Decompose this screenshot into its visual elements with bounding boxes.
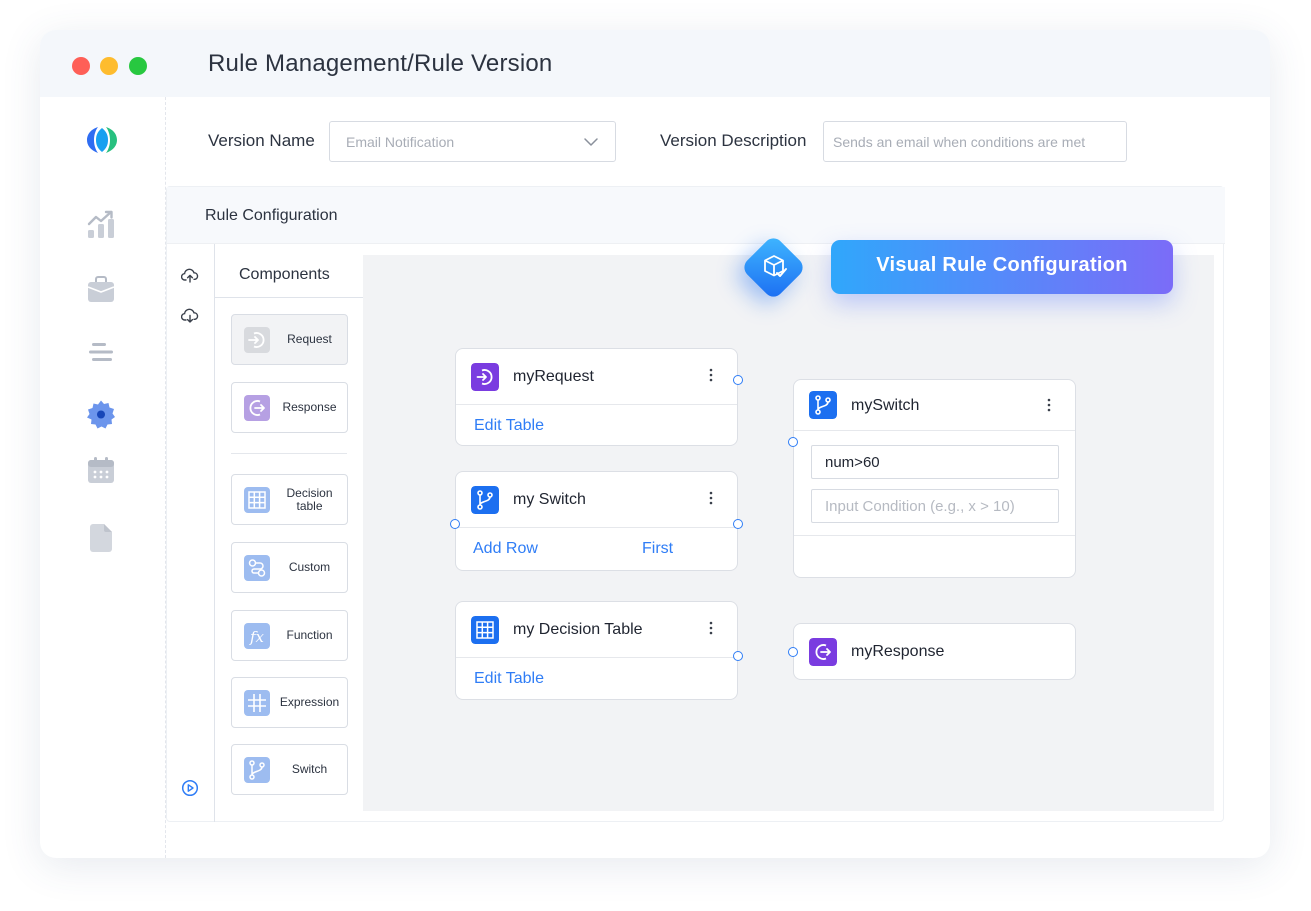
visual-rule-configuration-badge: Visual Rule Configuration <box>831 240 1173 294</box>
first-link[interactable]: First <box>642 540 673 558</box>
minimize-window-button[interactable] <box>100 57 118 75</box>
calendar-icon[interactable] <box>86 455 116 485</box>
node-title: my Decision Table <box>513 621 643 638</box>
node-header: my Decision Table <box>456 602 737 658</box>
chevron-down-icon <box>584 138 598 146</box>
more-options-icon[interactable] <box>709 489 713 507</box>
version-name-placeholder: Email Notification <box>346 134 455 150</box>
edit-table-link[interactable]: Edit Table <box>474 417 544 435</box>
response-icon <box>244 395 270 421</box>
more-options-icon[interactable] <box>709 366 713 384</box>
download-cloud-icon[interactable] <box>181 307 199 325</box>
component-label: Custom <box>288 560 331 574</box>
menu-lines-icon[interactable] <box>86 337 116 367</box>
version-description-input[interactable]: Sends an email when conditions are met <box>823 121 1127 162</box>
table-icon <box>244 487 270 513</box>
function-icon: fx <box>244 623 270 649</box>
components-panel: Components Request Response Decision tab… <box>215 244 363 822</box>
version-name-label: Version Name <box>208 131 315 150</box>
component-label: Expression <box>279 695 340 709</box>
upload-cloud-icon[interactable] <box>181 267 199 285</box>
component-label: Decision table <box>286 485 333 513</box>
node-header: my Switch <box>456 472 737 528</box>
condition-input[interactable]: Input Condition (e.g., x > 10) <box>811 489 1059 523</box>
node-my-response[interactable]: myResponse <box>793 623 1076 680</box>
condition-value: num>60 <box>825 454 880 471</box>
page-title: Rule Management/Rule Version <box>208 50 553 77</box>
close-window-button[interactable] <box>72 57 90 75</box>
app-window: Rule Management/Rule Version Version Nam… <box>40 30 1270 858</box>
node-header: myRequest <box>456 349 737 405</box>
version-name-select[interactable]: Email Notification <box>329 121 616 162</box>
cube-check-icon <box>764 255 787 277</box>
request-icon <box>471 363 499 391</box>
output-port[interactable] <box>733 519 743 529</box>
settings-gear-icon[interactable] <box>86 399 116 429</box>
node-title: myRequest <box>513 368 594 385</box>
condition-placeholder: Input Condition (e.g., x > 10) <box>825 498 1015 515</box>
output-port[interactable] <box>733 651 743 661</box>
add-row-link[interactable]: Add Row <box>473 540 538 558</box>
node-title: mySwitch <box>851 397 920 414</box>
switch-icon <box>471 486 499 514</box>
input-port[interactable] <box>788 437 798 447</box>
left-nav <box>40 97 166 858</box>
briefcase-icon[interactable] <box>86 274 116 304</box>
component-switch[interactable]: Switch <box>231 744 348 795</box>
input-port[interactable] <box>788 647 798 657</box>
request-icon <box>244 327 270 353</box>
component-request[interactable]: Request <box>231 314 348 365</box>
component-expression[interactable]: Expression <box>231 677 348 728</box>
node-my-request[interactable]: myRequest Edit Table <box>455 348 738 446</box>
component-function[interactable]: fx Function <box>231 610 348 661</box>
components-divider <box>215 297 363 298</box>
response-icon <box>809 638 837 666</box>
switch-icon <box>809 391 837 419</box>
toolbar-column <box>167 244 215 822</box>
maximize-window-button[interactable] <box>129 57 147 75</box>
custom-icon <box>244 555 270 581</box>
version-description-label: Version Description <box>660 131 807 150</box>
component-label: Request <box>287 332 332 346</box>
more-options-icon[interactable] <box>709 619 713 637</box>
input-port[interactable] <box>450 519 460 529</box>
logo-icon <box>87 127 117 153</box>
node-my-switch[interactable]: my Switch Add Row First <box>455 471 738 571</box>
node-title: my Switch <box>513 491 586 508</box>
components-separator <box>231 453 347 454</box>
more-options-icon[interactable] <box>1047 396 1051 414</box>
component-decision-table[interactable]: Decision table <box>231 474 348 525</box>
rule-configuration-title: Rule Configuration <box>205 207 338 224</box>
component-custom[interactable]: Custom <box>231 542 348 593</box>
output-port[interactable] <box>733 375 743 385</box>
component-response[interactable]: Response <box>231 382 348 433</box>
svg-text:fx: fx <box>249 628 265 646</box>
node-my-switch-conditions[interactable]: mySwitch num>60 Input Condition (e.g., x… <box>793 379 1076 578</box>
badge-label: Visual Rule Configuration <box>876 254 1128 276</box>
rule-canvas[interactable]: myRequest Edit Table my Switch Add Row F… <box>363 255 1214 811</box>
node-divider <box>794 535 1075 536</box>
edit-table-link[interactable]: Edit Table <box>474 670 544 688</box>
rule-configuration-header: Rule Configuration <box>167 187 1225 244</box>
component-label: Response <box>282 400 337 414</box>
document-icon[interactable] <box>86 523 116 553</box>
play-icon[interactable] <box>181 779 199 797</box>
node-header: mySwitch <box>794 380 1075 431</box>
components-title: Components <box>239 266 330 283</box>
component-label: Function <box>286 628 333 642</box>
table-icon <box>471 616 499 644</box>
analytics-icon[interactable] <box>86 209 116 239</box>
switch-icon <box>244 757 270 783</box>
component-label: Switch <box>291 762 328 776</box>
node-title: myResponse <box>851 643 945 660</box>
expression-icon <box>244 690 270 716</box>
node-my-decision-table[interactable]: my Decision Table Edit Table <box>455 601 738 700</box>
title-bar: Rule Management/Rule Version <box>40 30 1270 97</box>
version-description-placeholder: Sends an email when conditions are met <box>833 134 1086 150</box>
condition-input[interactable]: num>60 <box>811 445 1059 479</box>
